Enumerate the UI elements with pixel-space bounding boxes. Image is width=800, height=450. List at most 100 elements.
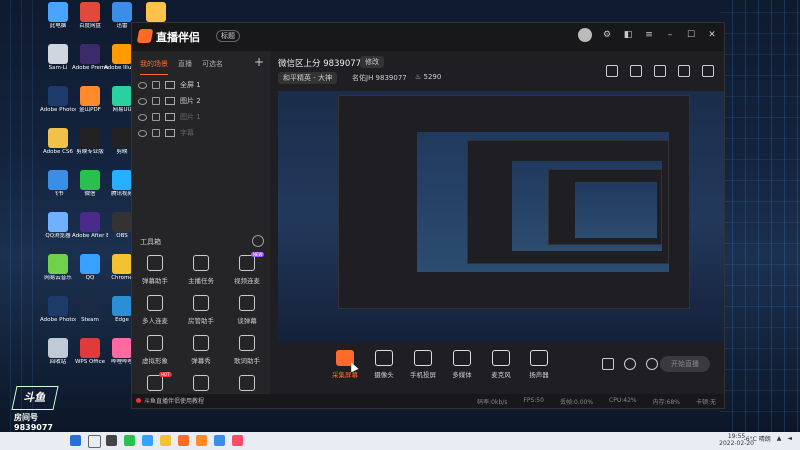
title-bar: 直播伴侣 标题 ⚙ ◧ ≡ – ☐ ✕	[132, 23, 724, 51]
source-button[interactable]: 扬声器	[518, 350, 560, 379]
task-view-icon[interactable]	[106, 435, 117, 446]
wallpaper-circuit-left	[0, 0, 40, 432]
visibility-icon[interactable]	[138, 81, 147, 89]
toolbox-item[interactable]: 虚拟形象	[132, 335, 178, 365]
desktop-icon[interactable]: Sam-Li	[40, 44, 76, 72]
go-live-button[interactable]: 开始直播	[660, 356, 710, 372]
menu-icon[interactable]: ≡	[643, 29, 655, 41]
desktop-icon[interactable]: 微信	[72, 170, 108, 198]
desktop-icon[interactable]: 此电脑	[40, 2, 76, 30]
clock[interactable]: 19:55 2022-02-20	[719, 433, 754, 447]
source-button-icon	[375, 350, 393, 366]
lock-icon[interactable]	[152, 97, 160, 105]
desktop-icon[interactable]: Adobe Photoshop	[40, 86, 76, 114]
app-name: 直播伴侣	[156, 31, 200, 44]
record-icon[interactable]	[602, 358, 614, 370]
toolbox-more-icon[interactable]	[252, 235, 264, 247]
desktop-icon[interactable]: 飞书	[40, 170, 76, 198]
category-badge[interactable]: 和平精英 - 大神	[278, 72, 337, 84]
toolbox-item[interactable]	[178, 375, 224, 395]
toolbox-item[interactable]: 弹幕助手	[132, 255, 178, 285]
live-companion-taskbar-icon[interactable]	[178, 435, 189, 446]
eye-icon[interactable]	[624, 358, 636, 370]
close-icon[interactable]: ✕	[706, 29, 718, 41]
version-badge[interactable]: 标题	[216, 30, 240, 42]
stream-preview[interactable]	[278, 91, 724, 342]
maximize-icon[interactable]: ☐	[685, 29, 697, 41]
settings-icon[interactable]: ⚙	[601, 29, 613, 41]
tutorial-link[interactable]: 斗鱼直播伴侣使用教程	[136, 396, 204, 405]
chrome-icon[interactable]	[160, 435, 171, 446]
tab-my-scenes[interactable]: 我的场景	[140, 59, 168, 75]
toolbox-item[interactable]: 歌词助手	[224, 335, 270, 365]
visibility-icon[interactable]	[138, 113, 147, 121]
share-icon[interactable]	[702, 65, 714, 77]
wifi-icon[interactable]: ▲	[777, 435, 782, 442]
qq-icon[interactable]	[142, 435, 153, 446]
toolbox-item[interactable]	[224, 375, 270, 395]
source-item[interactable]: 图片 2	[132, 93, 270, 109]
desktop-icon[interactable]: 回收站	[40, 338, 76, 366]
desktop-icon[interactable]: 金山PDF	[72, 86, 108, 114]
toolbox-item[interactable]: HOT	[132, 372, 178, 395]
avatar[interactable]	[578, 28, 592, 42]
search-icon[interactable]	[88, 435, 101, 448]
desktop-icon-label: 飞书	[52, 191, 64, 197]
skin-icon[interactable]: ◧	[622, 29, 634, 41]
desktop-icon-label: 金山PDF	[79, 107, 101, 113]
desktop-icon[interactable]: QQ	[72, 254, 108, 282]
source-item[interactable]: 字幕	[132, 125, 270, 141]
desktop-icon[interactable]: QQ浏览器	[40, 212, 76, 240]
desktop-icon-label: WPS Office	[74, 359, 106, 365]
lock-icon[interactable]	[152, 81, 160, 89]
visibility-icon[interactable]	[138, 97, 147, 105]
nested-window-1	[338, 95, 690, 309]
desktop-icon[interactable]: 百度网盘	[72, 2, 108, 30]
source-item[interactable]: 图片 1	[132, 109, 270, 125]
desktop-icon[interactable]: WPS Office	[72, 338, 108, 366]
source-button[interactable]: 麦克风	[480, 350, 522, 379]
minimize-icon[interactable]: –	[664, 29, 676, 41]
desktop-icon[interactable]: 网易云音乐	[40, 254, 76, 282]
tab-optional[interactable]: 可选名	[202, 59, 223, 75]
edit-title-button[interactable]: 修改	[360, 56, 384, 68]
toolbox-item[interactable]: 弹幕秀	[178, 335, 224, 365]
source-button[interactable]: 摄像头	[363, 350, 405, 379]
gift-icon[interactable]	[606, 65, 618, 77]
toolbox-item[interactable]: 谈弹幕	[224, 295, 270, 325]
visibility-icon[interactable]	[138, 129, 147, 137]
source-item[interactable]: 全屏 1	[132, 77, 270, 93]
bell-icon[interactable]	[678, 65, 690, 77]
app-icon	[112, 170, 132, 190]
desktop-icon[interactable]: 剪映专业版	[72, 128, 108, 156]
volume-icon[interactable]: ◄	[787, 435, 792, 442]
wechat-icon[interactable]	[124, 435, 135, 446]
source-button[interactable]: 多媒体	[441, 350, 483, 379]
lock-icon[interactable]	[630, 65, 642, 77]
toolbox-item[interactable]: 主播任务	[178, 255, 224, 285]
settings-icon[interactable]	[646, 358, 658, 370]
app-icon	[80, 44, 100, 64]
source-button[interactable]: 采集屏幕	[324, 350, 366, 379]
source-button[interactable]: 手机投屏	[402, 350, 444, 379]
tab-live[interactable]: 直播	[178, 59, 192, 75]
toolbox-item[interactable]: 多人连麦	[132, 295, 178, 325]
desktop-icon[interactable]: Adobe CS6	[40, 128, 76, 156]
desktop-icon[interactable]: Adobe After Effects	[72, 212, 108, 240]
folder-icon[interactable]	[196, 435, 207, 446]
lock-icon[interactable]	[152, 129, 160, 137]
add-source-icon[interactable]: +	[254, 55, 264, 69]
feishu-icon[interactable]	[214, 435, 225, 446]
app-icon[interactable]	[232, 435, 243, 446]
lock-icon[interactable]	[152, 113, 160, 121]
toolbox-item[interactable]: 房管助手	[178, 295, 224, 325]
layout-icon[interactable]	[654, 65, 666, 77]
start-icon[interactable]	[70, 435, 81, 446]
desktop-icon[interactable]: Adobe Photoshop	[40, 296, 76, 324]
desktop-icon[interactable]: Steam	[72, 296, 108, 324]
tool-icon	[193, 295, 209, 311]
toolbox-item[interactable]: NEW 视频连麦	[224, 252, 270, 285]
tool-icon	[239, 295, 255, 311]
desktop-icon[interactable]: Adobe Premiere	[72, 44, 108, 72]
source-type-icon	[165, 97, 175, 105]
